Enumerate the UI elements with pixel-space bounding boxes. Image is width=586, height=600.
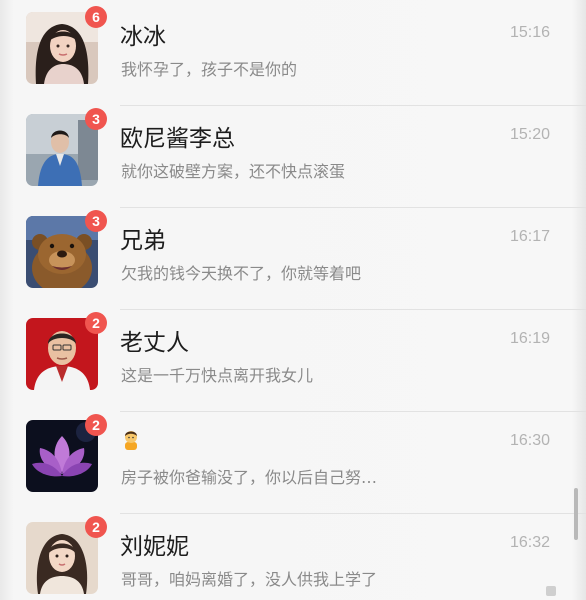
person-emoji-icon (125, 430, 137, 450)
chat-row[interactable]: 6 冰冰 15:16 我怀孕了，孩子不是你的 (0, 4, 586, 106)
unread-badge: 3 (85, 108, 107, 130)
contact-name: 冰冰 (120, 24, 166, 50)
timestamp: 15:20 (509, 126, 550, 143)
unread-badge: 2 (85, 414, 107, 436)
contact-name: 老丈人 (120, 330, 189, 356)
message-preview: 房子被你爸输没了，你以后自己努… (121, 468, 378, 487)
unread-badge: 2 (85, 516, 107, 538)
chat-row[interactable]: 2 老丈人 16:19 这是一千万快点离开我女儿 (0, 310, 586, 412)
message-preview: 这是一千万快点离开我女儿 (121, 366, 314, 385)
unread-badge: 6 (85, 6, 107, 28)
contact-name: 兄弟 (120, 228, 166, 254)
contact-name: 欧尼酱李总 (120, 126, 235, 152)
unread-badge: 3 (85, 210, 107, 232)
watermark (546, 586, 556, 596)
timestamp: 16:30 (509, 432, 550, 449)
contact-name: 刘妮妮 (120, 534, 189, 560)
timestamp: 16:17 (509, 228, 550, 245)
message-preview: 哥哥，咱妈离婚了，没人供我上学了 (121, 570, 378, 589)
unread-badge: 2 (85, 312, 107, 334)
chat-row[interactable]: 3 兄弟 16:17 欠我的钱今天换不了，你就等着吧 (0, 208, 586, 310)
chat-row[interactable]: 2 16:30 房子被你爸输没了，你以后自己努… (0, 412, 586, 514)
timestamp: 16:32 (509, 534, 550, 551)
timestamp: 16:19 (509, 330, 550, 347)
chat-row[interactable]: 2 刘妮妮 16:32 哥哥，咱妈离婚了，没人供我上学了 (0, 514, 586, 600)
chat-row[interactable]: 3 欧尼酱李总 15:20 就你这破壁方案，还不快点滚蛋 (0, 106, 586, 208)
timestamp: 15:16 (509, 24, 550, 41)
message-preview: 我怀孕了，孩子不是你的 (121, 60, 298, 79)
chat-screen: 6 冰冰 15:16 我怀孕了，孩子不是你的 3 欧尼酱李总 15:20 就你这… (0, 0, 586, 600)
message-preview: 欠我的钱今天换不了，你就等着吧 (121, 264, 362, 283)
message-preview: 就你这破壁方案，还不快点滚蛋 (121, 162, 346, 181)
scrollbar[interactable] (574, 488, 578, 540)
contact-name (120, 425, 142, 451)
watermark-logo-icon (546, 586, 556, 596)
